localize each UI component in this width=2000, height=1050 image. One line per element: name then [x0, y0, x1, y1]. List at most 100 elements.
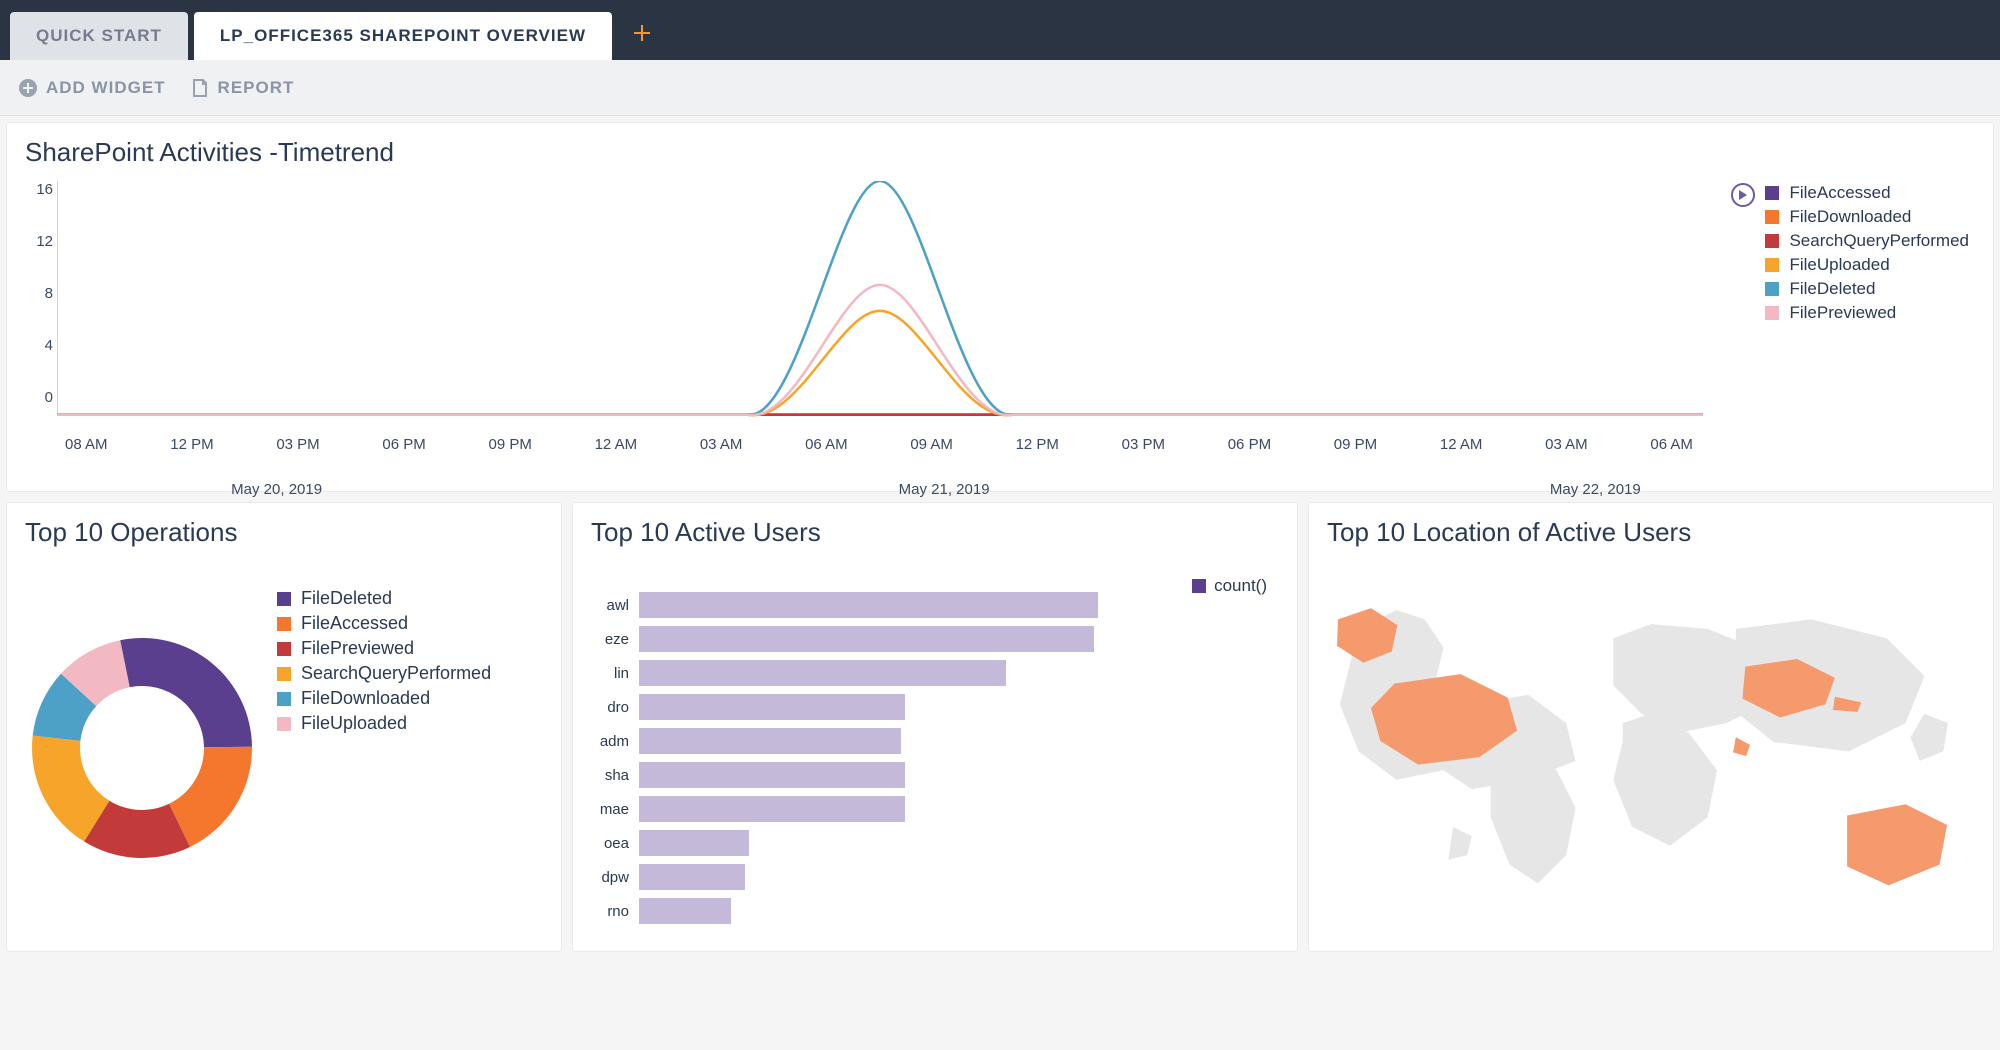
x-tick: 12 AM — [1440, 436, 1483, 453]
legend-item[interactable]: SearchQueryPerformed — [1765, 231, 1969, 251]
bar-fill — [639, 898, 731, 924]
operations-title: Top 10 Operations — [7, 503, 561, 558]
x-tick: 09 AM — [910, 436, 953, 453]
bar-row[interactable]: dpw — [593, 860, 1277, 894]
bar-label: lin — [593, 665, 639, 682]
bar-row[interactable]: mae — [593, 792, 1277, 826]
legend-swatch — [277, 667, 291, 681]
bar-fill — [639, 660, 1006, 686]
report-button[interactable]: REPORT — [190, 78, 295, 98]
x-tick: 03 PM — [1122, 436, 1165, 453]
x-tick: 06 AM — [805, 436, 848, 453]
x-tick: 06 PM — [1228, 436, 1271, 453]
x-date-label: May 22, 2019 — [1550, 481, 1641, 498]
x-date-label: May 21, 2019 — [899, 481, 990, 498]
x-tick: 12 PM — [170, 436, 213, 453]
timetrend-x-axis: 08 AM12 PM03 PM06 PM09 PM12 AM03 AM06 AM… — [65, 436, 1693, 453]
bar-fill — [639, 762, 905, 788]
users-bar-chart[interactable]: awl eze lin dro adm shamaeoea dpw rno — [593, 588, 1277, 928]
bar-row[interactable]: oea — [593, 826, 1277, 860]
tab-sharepoint-overview[interactable]: LP_OFFICE365 SHAREPOINT OVERVIEW — [194, 12, 612, 60]
legend-label: FileDownloaded — [1789, 207, 1911, 227]
tab-quick-start[interactable]: QUICK START — [10, 12, 188, 60]
legend-swatch — [1765, 282, 1779, 296]
bar-label: dro — [593, 699, 639, 716]
bar-fill — [639, 796, 905, 822]
locations-map[interactable] — [1309, 558, 1993, 931]
legend-item[interactable]: FileDownloaded — [277, 688, 491, 709]
legend-swatch — [1765, 234, 1779, 248]
timetrend-chart[interactable] — [57, 181, 1703, 435]
legend-swatch — [277, 692, 291, 706]
bar-row[interactable]: dro — [593, 690, 1277, 724]
legend-swatch — [277, 642, 291, 656]
donut-segment[interactable] — [120, 638, 252, 747]
legend-item[interactable]: FilePreviewed — [277, 638, 491, 659]
legend-label: FileAccessed — [1789, 183, 1890, 203]
timetrend-legend: FileAccessed FileDownloaded SearchQueryPer… — [1731, 183, 1969, 327]
bar-row[interactable]: adm — [593, 724, 1277, 758]
legend-item[interactable]: FileDeleted — [1765, 279, 1969, 299]
legend-item[interactable]: FilePreviewed — [1765, 303, 1969, 323]
bar-row[interactable]: rno — [593, 894, 1277, 928]
legend-label: FileAccessed — [301, 613, 408, 634]
bar-row[interactable]: awl — [593, 588, 1277, 622]
x-tick: 06 AM — [1650, 436, 1693, 453]
y-tick: 4 — [25, 337, 53, 354]
timetrend-y-axis: 1612840 — [25, 181, 53, 406]
legend-item[interactable]: FileUploaded — [277, 713, 491, 734]
x-date-label: May 20, 2019 — [231, 481, 322, 498]
y-tick: 8 — [25, 285, 53, 302]
legend-item[interactable]: FileAccessed — [1765, 183, 1969, 203]
y-tick: 12 — [25, 233, 53, 250]
legend-swatch — [277, 617, 291, 631]
bar-label: adm — [593, 733, 639, 750]
operations-legend: FileDeleted FileAccessed FilePreviewed Sear… — [277, 588, 491, 738]
legend-item[interactable]: SearchQueryPerformed — [277, 663, 491, 684]
bar-fill — [639, 694, 905, 720]
legend-label: FilePreviewed — [301, 638, 414, 659]
x-tick: 03 AM — [1545, 436, 1588, 453]
bar-label: dpw — [593, 869, 639, 886]
bar-fill — [639, 728, 901, 754]
bar-label: awl — [593, 597, 639, 614]
legend-swatch — [277, 592, 291, 606]
toolbar: ADD WIDGET REPORT — [0, 60, 2000, 116]
legend-item[interactable]: FileDeleted — [277, 588, 491, 609]
play-icon[interactable] — [1731, 183, 1755, 207]
y-tick: 16 — [25, 181, 53, 198]
add-tab-icon[interactable] — [618, 9, 666, 60]
bar-row[interactable]: eze — [593, 622, 1277, 656]
x-tick: 03 AM — [700, 436, 743, 453]
panel-operations: Top 10 Operations FileDeleted FileAccesse… — [6, 502, 562, 952]
legend-swatch — [1765, 210, 1779, 224]
bar-fill — [639, 830, 749, 856]
legend-label: FileDeleted — [1789, 279, 1875, 299]
panel-locations: Top 10 Location of Active Users — [1308, 502, 1994, 952]
legend-label: FileDeleted — [301, 588, 392, 609]
legend-item[interactable]: FileUploaded — [1765, 255, 1969, 275]
bar-row[interactable]: sha — [593, 758, 1277, 792]
users-legend: count() — [1192, 576, 1267, 596]
locations-title: Top 10 Location of Active Users — [1309, 503, 1993, 558]
bar-row[interactable]: lin — [593, 656, 1277, 690]
panel-timetrend: SharePoint Activities -Timetrend 16 12 8 4 0… — [6, 122, 1994, 492]
x-tick: 09 PM — [1334, 436, 1377, 453]
header-tab-bar: QUICK START LP_OFFICE365 SHAREPOINT OVER… — [0, 0, 2000, 60]
x-tick: 03 PM — [276, 436, 319, 453]
users-legend-label: count() — [1214, 576, 1267, 596]
timetrend-title: SharePoint Activities -Timetrend — [7, 123, 1993, 178]
legend-item[interactable]: FileDownloaded — [1765, 207, 1969, 227]
legend-label: FileDownloaded — [301, 688, 430, 709]
bar-label: rno — [593, 903, 639, 920]
legend-item[interactable]: FileAccessed — [277, 613, 491, 634]
operations-donut-chart[interactable] — [27, 633, 257, 863]
legend-swatch — [1765, 306, 1779, 320]
panel-active-users: Top 10 Active Users count() awlezelindro… — [572, 502, 1298, 952]
legend-label: FileUploaded — [1789, 255, 1889, 275]
plus-circle-icon — [18, 78, 38, 98]
legend-label: SearchQueryPerformed — [301, 663, 491, 684]
bar-fill — [639, 626, 1094, 652]
add-widget-button[interactable]: ADD WIDGET — [18, 78, 166, 98]
report-label: REPORT — [218, 78, 295, 98]
